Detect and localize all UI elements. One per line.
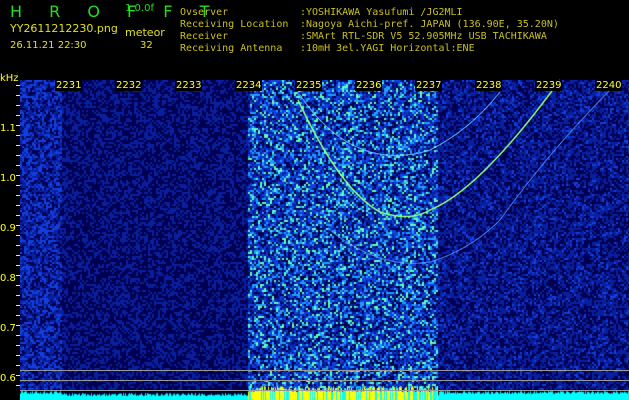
reference-line xyxy=(20,380,629,381)
x-tick-label: 2231 xyxy=(55,80,83,91)
y-tick-mark xyxy=(16,365,20,366)
y-tick-mark xyxy=(16,385,20,386)
x-tick-label: 2240 xyxy=(595,80,623,91)
y-tick-mark xyxy=(16,215,20,216)
x-tick-label: 2233 xyxy=(175,80,203,91)
y-tick-mark xyxy=(16,265,20,266)
x-tick-label: 2237 xyxy=(415,80,443,91)
meteor-trail xyxy=(299,91,501,156)
meteor-trail xyxy=(329,84,616,264)
y-tick-mark xyxy=(16,275,20,276)
y-tick-mark xyxy=(16,285,20,286)
y-tick-mark xyxy=(16,205,20,206)
y-tick-mark xyxy=(16,305,20,306)
x-tick-label: 2236 xyxy=(355,80,383,91)
y-tick-label: 1.1 xyxy=(0,123,16,134)
y-tick-mark xyxy=(16,375,20,376)
y-tick-mark xyxy=(16,255,20,256)
y-tick-mark xyxy=(16,105,20,106)
y-tick-mark xyxy=(16,155,20,156)
x-tick-label: 2232 xyxy=(115,80,143,91)
reference-line xyxy=(20,390,629,391)
y-tick-mark xyxy=(16,135,20,136)
y-tick-label: 0.8 xyxy=(0,273,16,284)
y-tick-label: 0.9 xyxy=(0,223,16,234)
y-tick-mark xyxy=(16,335,20,336)
y-tick-mark xyxy=(16,235,20,236)
y-unit-label: kHz xyxy=(0,73,19,84)
reference-line xyxy=(20,370,629,371)
y-tick-mark xyxy=(16,225,20,226)
y-tick-label: 1.0 xyxy=(0,173,16,184)
y-tick-label: 0.7 xyxy=(0,323,16,334)
y-tick-label: 0.6 xyxy=(0,373,16,384)
y-tick-mark xyxy=(16,175,20,176)
y-tick-mark xyxy=(16,115,20,116)
y-tick-mark xyxy=(16,85,20,86)
y-tick-mark xyxy=(16,325,20,326)
y-tick-mark xyxy=(16,95,20,96)
x-tick-label: 2234 xyxy=(235,80,263,91)
y-tick-mark xyxy=(16,295,20,296)
y-tick-mark xyxy=(16,125,20,126)
y-tick-mark xyxy=(16,345,20,346)
y-tick-mark xyxy=(16,185,20,186)
y-tick-mark xyxy=(16,195,20,196)
meteor-trails xyxy=(297,79,616,264)
y-tick-mark xyxy=(16,355,20,356)
meteor-trail xyxy=(297,79,561,218)
x-tick-label: 2239 xyxy=(535,80,563,91)
y-tick-mark xyxy=(16,315,20,316)
x-tick-label: 2238 xyxy=(475,80,503,91)
y-tick-mark xyxy=(16,165,20,166)
x-tick-label: 2235 xyxy=(295,80,323,91)
y-tick-mark xyxy=(16,245,20,246)
y-tick-mark xyxy=(16,145,20,146)
